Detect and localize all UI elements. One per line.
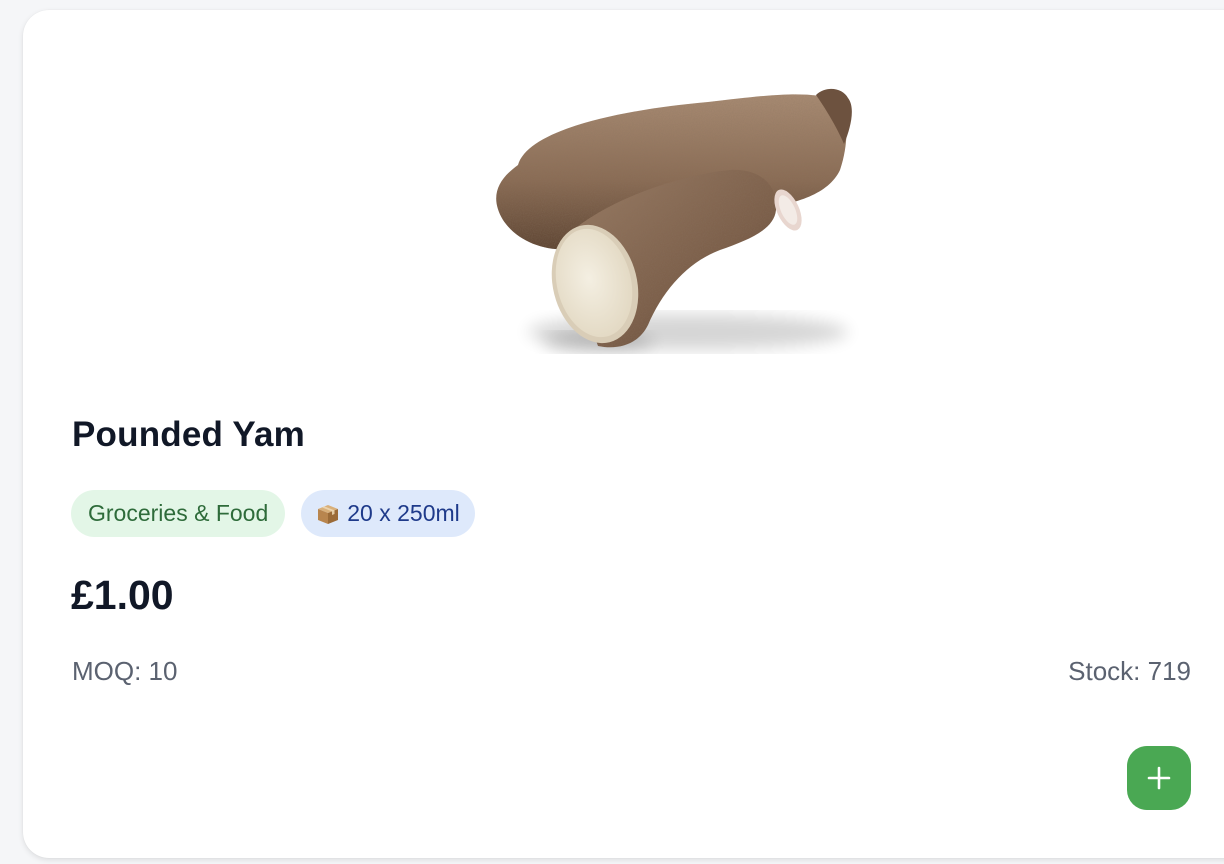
stock-label: Stock: 719 — [1068, 656, 1191, 686]
product-title: Pounded Yam — [72, 415, 305, 454]
pack-size-badge: 20 x 250ml — [301, 490, 475, 537]
product-card[interactable]: Pounded Yam Groceries & Food 20 x 250ml … — [23, 10, 1224, 858]
product-image — [496, 88, 852, 352]
add-to-cart-button[interactable] — [1127, 746, 1191, 810]
category-badge: Groceries & Food — [71, 490, 286, 537]
product-price: £1.00 — [71, 572, 174, 618]
pack-size-label: 20 x 250ml — [347, 500, 460, 526]
moq-label: MOQ: 10 — [72, 656, 178, 686]
product-tags: Groceries & Food 20 x 250ml — [71, 490, 475, 537]
plus-icon — [1147, 766, 1171, 790]
package-box-icon — [318, 504, 339, 524]
